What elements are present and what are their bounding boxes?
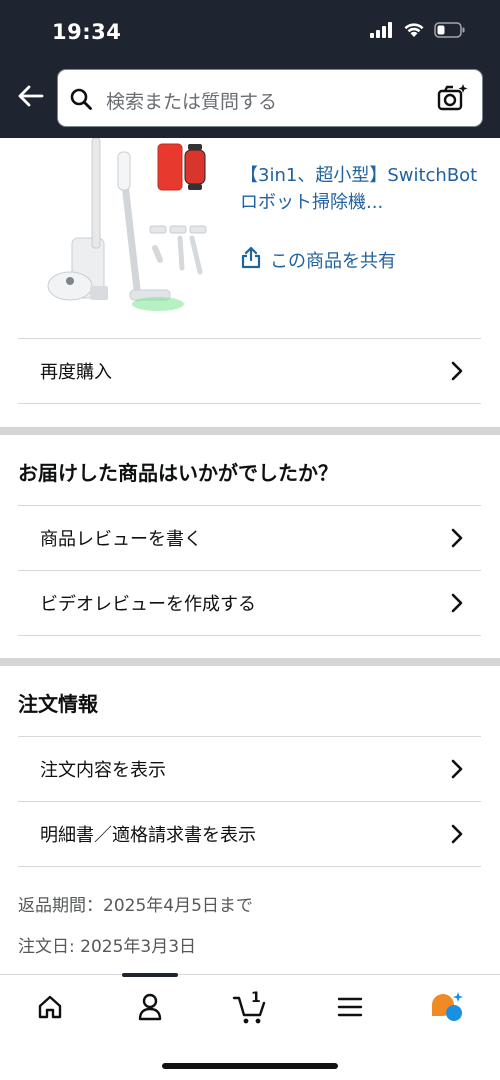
divider — [18, 635, 481, 636]
view-invoice-label: 明細書／適格請求書を表示 — [40, 825, 256, 846]
home-icon — [36, 993, 64, 1025]
bottom-nav: 1 — [0, 973, 500, 1080]
return-period-text: 返品期間：2025年4月5日まで — [18, 896, 253, 916]
review-section-title: お届けした商品はいかがでしたか？ — [18, 461, 338, 485]
order-date-text: 注文日: 2025年3月3日 — [18, 937, 197, 957]
camera-search-icon[interactable] — [436, 82, 468, 114]
ai-assistant-icon — [430, 991, 466, 1027]
chevron-right-icon — [451, 824, 463, 848]
video-review-label: ビデオレビューを作成する — [40, 594, 256, 615]
cart-icon: 1 — [232, 990, 268, 1026]
divider — [18, 403, 481, 404]
nav-cart[interactable]: 1 — [230, 989, 270, 1029]
share-icon — [240, 245, 262, 274]
nav-home[interactable] — [30, 989, 70, 1029]
status-icons — [370, 22, 466, 42]
buy-again-row[interactable]: 再度購入 — [18, 339, 481, 403]
home-indicator — [162, 1063, 338, 1069]
write-review-row[interactable]: 商品レビューを書く — [18, 506, 481, 570]
search-placeholder: 検索または質問する — [106, 91, 278, 113]
nav-account[interactable] — [130, 989, 170, 1029]
wifi-icon — [403, 22, 425, 42]
search-icon — [69, 87, 93, 115]
view-invoice-row[interactable]: 明細書／適格請求書を表示 — [18, 802, 481, 866]
share-label: この商品を共有 — [270, 250, 396, 272]
divider — [18, 866, 481, 867]
video-review-row[interactable]: ビデオレビューを作成する — [18, 571, 481, 635]
chevron-right-icon — [451, 528, 463, 552]
view-order-details-label: 注文内容を表示 — [40, 760, 166, 781]
write-review-label: 商品レビューを書く — [40, 529, 202, 550]
section-separator — [0, 658, 500, 666]
nav-menu[interactable] — [330, 989, 370, 1029]
signal-icon — [370, 22, 394, 42]
status-bar: 19:34 — [0, 0, 500, 60]
cart-count: 1 — [251, 990, 261, 1006]
back-button[interactable] — [12, 80, 48, 116]
chevron-right-icon — [451, 361, 463, 385]
active-tab-indicator — [122, 973, 178, 977]
product-title-link[interactable]: 【3in1、超小型】SwitchBot ロボット掃除機... — [240, 162, 480, 216]
nav-ai-assistant[interactable] — [428, 989, 468, 1029]
account-icon — [136, 992, 164, 1026]
status-time: 19:34 — [52, 20, 122, 44]
back-arrow-icon — [16, 84, 44, 112]
search-input[interactable]: 検索または質問する — [57, 69, 483, 127]
product-image[interactable] — [30, 137, 230, 318]
buy-again-label: 再度購入 — [40, 362, 112, 383]
view-order-details-row[interactable]: 注文内容を表示 — [18, 737, 481, 801]
menu-icon — [337, 996, 363, 1022]
chevron-right-icon — [451, 759, 463, 783]
battery-icon — [434, 22, 466, 42]
search-header: 検索または質問する — [0, 60, 500, 138]
section-separator — [0, 427, 500, 435]
order-section-title: 注文情報 — [18, 692, 98, 716]
chevron-right-icon — [451, 593, 463, 617]
share-product-link[interactable]: この商品を共有 — [240, 245, 396, 274]
